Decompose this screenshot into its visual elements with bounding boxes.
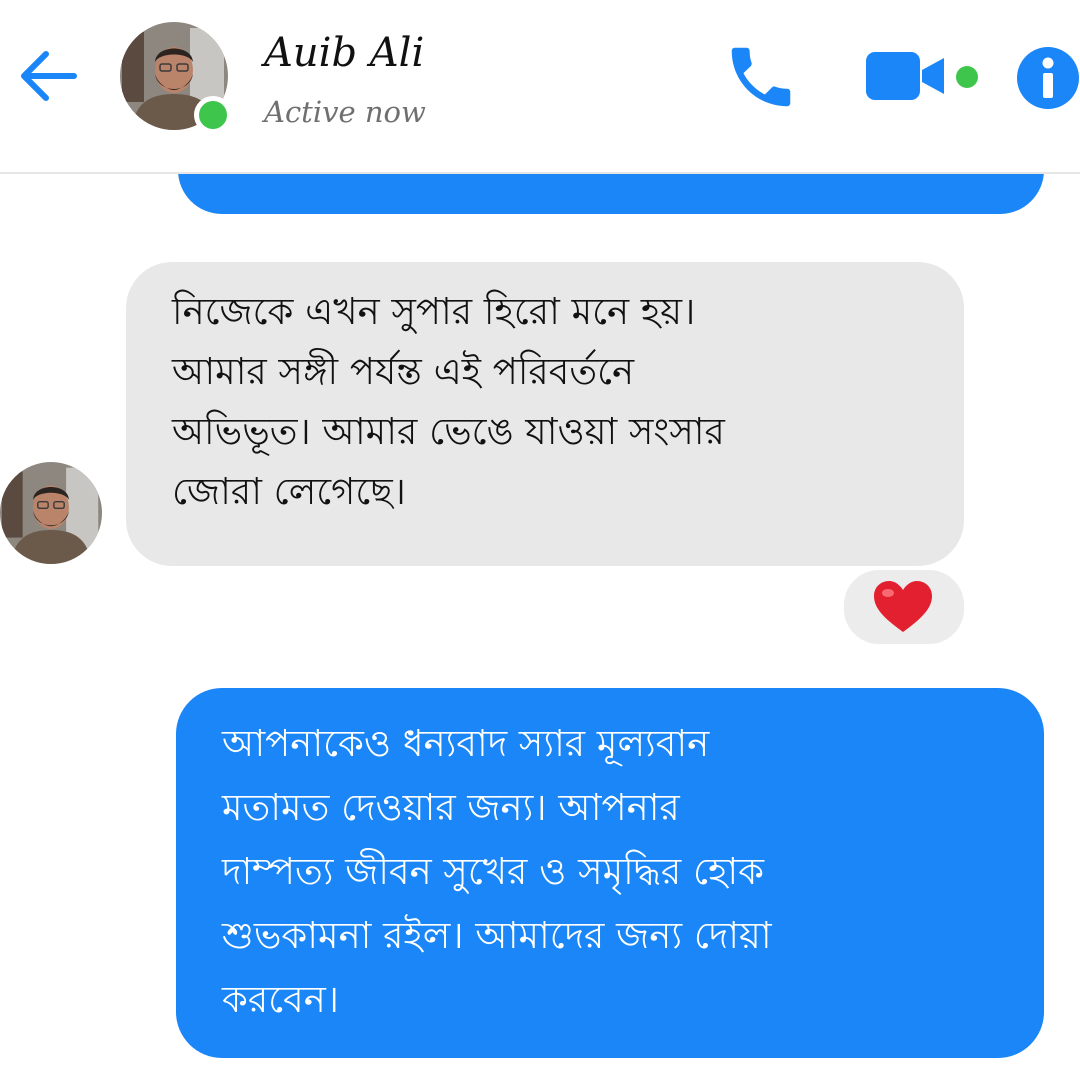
info-button[interactable] [1016, 46, 1080, 110]
contact-name[interactable]: Auib Ali [264, 30, 424, 76]
back-button[interactable] [12, 40, 82, 110]
sender-avatar[interactable] [0, 462, 102, 564]
video-active-dot [956, 66, 978, 88]
chat-header: Auib Ali Active now [0, 0, 1080, 174]
contact-avatar[interactable] [120, 22, 232, 134]
contact-status: Active now [264, 95, 426, 129]
message-text-line: দাম্পত্য জীবন সুখের ও সমৃদ্ধির হোক [222, 850, 765, 893]
heart-reaction-icon [874, 581, 932, 632]
message-reaction[interactable] [842, 568, 966, 646]
message-text-line: শুভকামনা রইল। আমাদের জন্য দোয়া [222, 914, 772, 957]
message-text-line: মতামত দেওয়ার জন্য। আপনার [222, 786, 680, 829]
message-text-line: জোরা লেগেছে। [172, 470, 406, 513]
voice-call-button[interactable] [722, 38, 800, 116]
phone-icon [731, 47, 791, 107]
incoming-message-bubble[interactable]: নিজেকে এখন সুপার হিরো মনে হয়। আমার সঙ্গ… [126, 262, 964, 566]
message-text-line: করবেন। [222, 978, 340, 1021]
video-camera-icon [866, 52, 944, 100]
active-status-dot [194, 96, 232, 134]
outgoing-message-bubble[interactable]: আপনাকেও ধন্যবাদ স্যার মূল্যবান মতামত দেও… [176, 688, 1044, 1058]
message-text-line: আপনাকেও ধন্যবাদ স্যার মূল্যবান [222, 722, 710, 765]
video-call-button[interactable] [864, 48, 946, 104]
message-text-line: অভিভূত। আমার ভেঙে যাওয়া সংসার [172, 410, 725, 453]
messenger-chat-screen: Auib Ali Active now নিজেকে এখন সুপার হির… [0, 0, 1080, 1080]
message-text-line: আমার সঙ্গী পর্যন্ত এই পরিবর্তনে [172, 350, 635, 393]
info-icon [1017, 47, 1079, 109]
message-text-line: নিজেকে এখন সুপার হিরো মনে হয়। [172, 290, 696, 333]
avatar-photo [0, 462, 102, 564]
arrow-left-icon [21, 51, 77, 101]
